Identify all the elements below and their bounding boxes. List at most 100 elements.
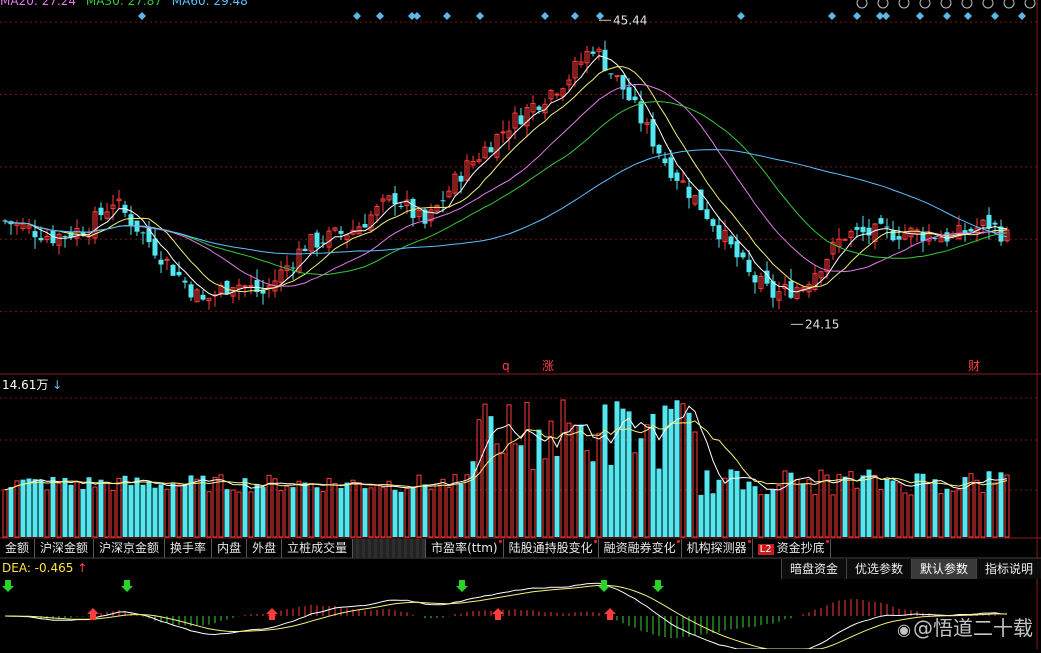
toolbar-icon [1003,0,1015,9]
candle-body [500,131,506,134]
candle-body [554,93,560,96]
volume-bar [14,480,20,538]
volume-bar [128,485,134,537]
volume-bar [56,482,62,538]
volume-bar [530,468,536,538]
volume-bar [812,493,818,538]
volume-bar [800,483,806,537]
volume-bar [734,470,740,537]
candle-body [140,232,146,234]
volume-bar [626,411,632,537]
volume-bar [368,487,374,538]
price-high-label: 45.44 [613,13,647,27]
tab-pile-volume[interactable]: 立桩成交量 [282,539,354,558]
default-params-button[interactable]: 默认参数 [910,559,976,579]
tab-masked[interactable] [353,539,427,558]
dark-pool-fund-button[interactable]: 暗盘资金 [780,559,846,579]
volume-bar [44,489,50,538]
volume-bar [344,482,350,537]
signal-arrow-down-icon [652,580,664,592]
volume-bar [440,478,446,538]
candle-body [2,220,8,222]
tab-amount[interactable]: 金额 [0,539,36,558]
candle-body [392,193,398,205]
volume-bar [554,456,560,537]
candle-body [986,214,992,228]
volume-bar [974,479,980,538]
volume-bar [878,488,884,538]
candle-body [62,236,68,238]
tab-sh-sz-bj-amount[interactable]: 沪深京金额 [94,539,166,558]
volume-bar [518,445,524,537]
volume-bar [260,487,266,537]
volume-bar [572,424,578,538]
volume-bar [410,487,416,537]
volume-bar [206,491,212,538]
volume-bar [722,477,728,538]
tab-inner-volume[interactable]: 内盘 [212,539,248,558]
volume-bar [242,478,248,537]
volume-bar [740,489,746,537]
toolbar-icon [919,0,931,9]
volume-bar [350,479,356,538]
ma20-legend: MA20: 27.24 [0,0,77,8]
candle-body [536,106,542,110]
tab-margin-change[interactable]: 融资融券变化 [599,539,682,558]
volume-bar [116,477,122,538]
tab-outer-volume[interactable]: 外盘 [247,539,283,558]
volume-bar [836,474,842,538]
tab-turnover[interactable]: 换手率 [165,539,213,558]
tab-fund-bottom[interactable]: L2 资金抄底 [753,539,831,558]
volume-label: 14.61万 ↓ [2,378,63,392]
volume-bar [668,408,674,537]
event-diamond-icon [853,12,861,20]
candle-body [854,227,860,230]
volume-bar [152,487,158,537]
volume-bar [446,486,452,538]
indicator-help-button[interactable]: 指标说明 [975,559,1041,579]
volume-bar [194,478,200,538]
candle-body [614,75,620,78]
event-diamond-icon [964,12,972,20]
volume-bar [698,494,704,537]
toolbar-icon [898,0,910,9]
volume-bar [224,489,230,537]
tab-northbound-holding[interactable]: 陆股通持股变化 [504,539,599,558]
candle-body [656,144,662,154]
volume-bar [500,452,506,538]
optimized-params-button[interactable]: 优选参数 [845,559,911,579]
volume-bar [158,484,164,537]
tab-sh-sz-amount[interactable]: 沪深金额 [35,539,95,558]
volume-bar [134,477,140,537]
candle-body [590,51,596,54]
volume-bar [536,429,542,537]
event-diamond-icon [476,12,484,20]
volume-bar [98,479,104,537]
volume-bar [404,487,410,538]
candle-body [248,285,254,288]
tab-institution-detector[interactable]: 机构探测器 [682,539,753,558]
candle-body [638,101,644,124]
volume-bar [434,483,440,538]
event-diamond-icon [596,12,604,20]
tab-pe-ttm[interactable]: 市盈率(ttm) [426,539,504,558]
ma30-legend: MA30: 27.87 [85,0,162,8]
volume-bar [314,487,320,537]
volume-bar [764,494,770,537]
volume-bar [752,486,758,537]
volume-bar [992,482,998,538]
candle-body [488,147,494,153]
volume-bar [908,494,914,538]
volume-bar [50,476,56,537]
candle-body [716,225,722,240]
volume-bar [464,474,470,538]
candle-body [608,73,614,75]
signal-arrow-down-icon [456,580,468,592]
candle-body [896,236,902,240]
volume-bar [824,474,830,538]
new-dot-icon [498,540,502,543]
event-diamond-icon [376,12,384,20]
candle-body [626,87,632,101]
event-diamond-icon [882,12,890,20]
volume-bar [356,482,362,538]
